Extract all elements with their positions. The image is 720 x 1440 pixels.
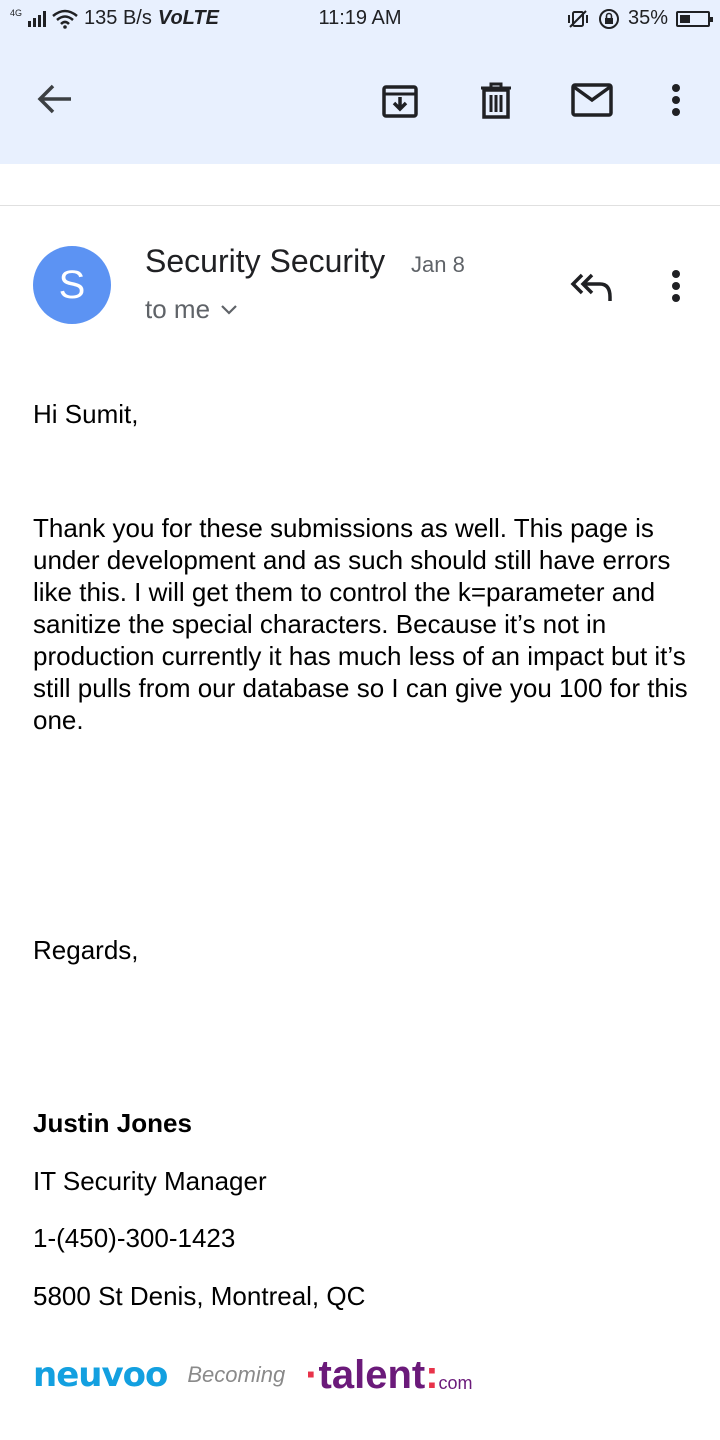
clock: 11:19 AM [318,7,402,29]
sender-name: Security Security [145,243,386,279]
signature-logo: neuvoo Becoming ·talent: com [33,1350,473,1400]
more-vert-icon [672,270,680,302]
signature-title: IT Security Manager [33,1166,267,1196]
more-vert-icon [672,84,680,116]
message-body: Thank you for these submissions as well.… [33,513,688,735]
avatar[interactable]: S [33,246,111,324]
archive-icon [382,85,418,118]
message-date: Jan 8 [411,252,465,277]
becoming-text: Becoming [187,1362,286,1387]
talent-logo-text: talent [318,1352,426,1397]
delete-button[interactable] [472,78,520,122]
talent-logo: ·talent: [305,1352,439,1397]
chevron-down-icon [221,304,237,315]
trash-icon [481,82,511,119]
signature-name: Justin Jones [33,1108,192,1138]
recipient-label: to me [145,294,211,324]
back-button[interactable] [30,76,80,122]
reply-all-icon [570,273,612,301]
reply-all-button[interactable] [566,266,618,308]
avatar-letter: S [58,262,86,307]
header-divider [0,205,720,206]
vibrate-off-icon [567,9,588,28]
talent-logo-suffix: com [438,1372,473,1393]
signature-phone[interactable]: 1-(450)-300-1423 [33,1222,235,1254]
closing: Regards, [33,935,139,965]
battery-icon [676,10,713,27]
arrow-left-icon [37,84,71,114]
signature-address[interactable]: 5800 St Denis, Montreal, QC [33,1280,365,1312]
more-options-button[interactable] [660,78,692,122]
greeting: Hi Sumit, [33,399,139,429]
mark-unread-button[interactable] [566,78,618,122]
mail-icon [571,83,613,117]
recipient-toggle[interactable]: to me [145,294,238,325]
status-bar: 4G 135 B/s VoLTE 11:19 AM 35% [0,0,720,38]
neuvoo-logo: neuvoo [33,1355,168,1395]
rotation-lock-icon [598,8,619,29]
message-more-button[interactable] [660,264,692,308]
archive-button[interactable] [376,78,424,122]
battery-percent: 35% [627,7,668,29]
